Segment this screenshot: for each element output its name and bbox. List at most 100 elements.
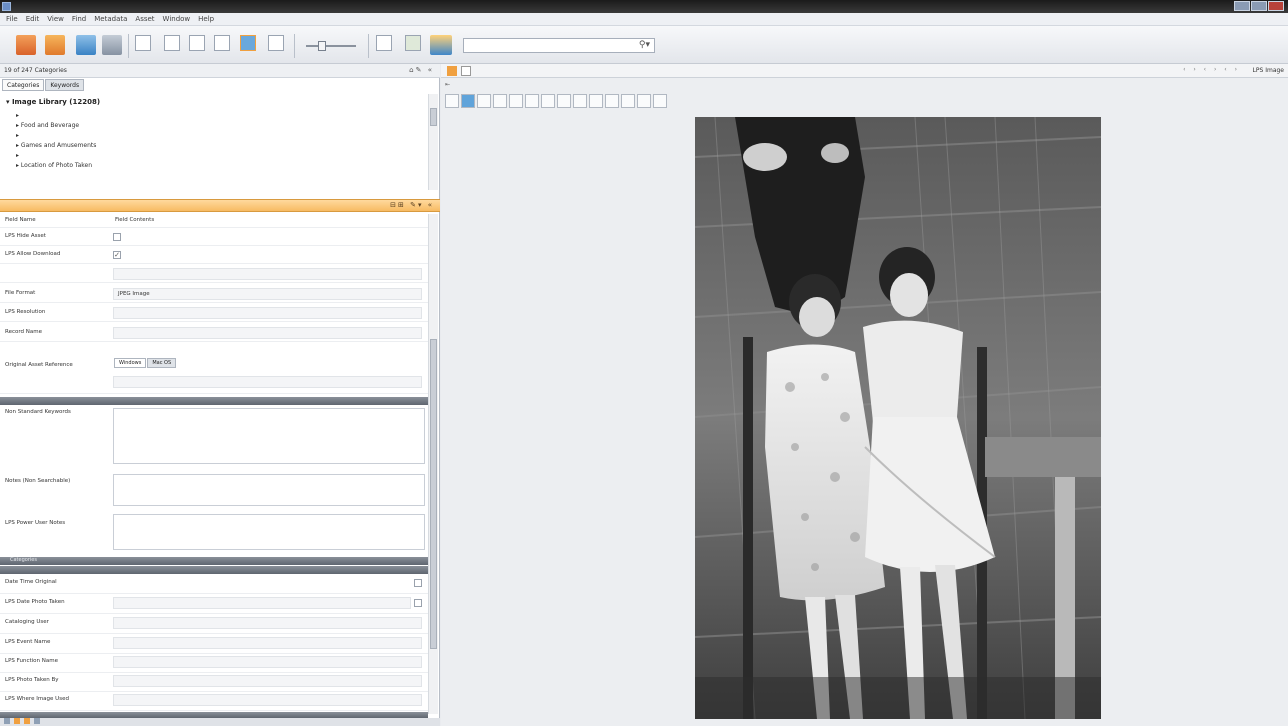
field-value[interactable] — [113, 597, 411, 609]
tree-item[interactable]: ▸ Food and Beverage — [16, 122, 79, 129]
photo-image — [695, 117, 1101, 719]
tree-item[interactable]: ▸ — [16, 152, 19, 159]
tree-scrollbar[interactable] — [428, 94, 438, 190]
tree-item[interactable]: ▸ Games and Amusements — [16, 142, 96, 149]
info-scrollbar[interactable] — [428, 214, 438, 714]
field-value[interactable] — [113, 268, 422, 280]
tab-keywords[interactable]: Keywords — [45, 79, 85, 91]
pan-tool-icon[interactable] — [461, 94, 475, 108]
tree-root[interactable]: ▾ Image Library (12208) — [6, 98, 100, 106]
notes-field[interactable] — [113, 474, 425, 506]
viewer-nav-icon[interactable]: ‹ › ‹ › ‹ › — [1183, 66, 1240, 73]
field-value[interactable] — [113, 617, 422, 629]
preview-view-icon[interactable] — [240, 35, 256, 51]
import-icon[interactable] — [45, 35, 65, 55]
list-view-icon[interactable] — [164, 35, 180, 51]
flag-tool-icon[interactable] — [541, 94, 555, 108]
zoom-out-icon[interactable] — [605, 94, 619, 108]
menu-metadata[interactable]: Metadata — [94, 15, 127, 23]
hide-asset-checkbox[interactable] — [113, 233, 121, 241]
thumbnail-size-slider[interactable] — [306, 41, 356, 51]
nav-icon[interactable] — [4, 718, 10, 724]
maximize-button[interactable] — [1251, 1, 1267, 11]
search-box[interactable]: ⚲▾ — [463, 38, 655, 53]
menu-help[interactable]: Help — [198, 15, 214, 23]
tab-mac-os[interactable]: Mac OS — [147, 358, 177, 368]
catalog-icon[interactable] — [16, 35, 36, 55]
field-label: Date Time Original — [5, 579, 57, 585]
field-row: LPS Resolution — [0, 306, 428, 322]
field-value[interactable] — [113, 307, 422, 319]
tree-item[interactable]: ▸ — [16, 132, 19, 139]
menu-window[interactable]: Window — [163, 15, 191, 23]
info-panel-actions-icon[interactable]: ⊟⊞ ✎▾ « — [390, 201, 434, 209]
nav-icon[interactable] — [14, 718, 20, 724]
field-label: Non Standard Keywords — [5, 409, 71, 415]
menu-edit[interactable]: Edit — [26, 15, 40, 23]
annotate-tool-icon[interactable] — [477, 94, 491, 108]
field-row: LPS Event Name — [0, 636, 428, 654]
field-value[interactable] — [113, 656, 422, 668]
rect-tool-icon[interactable] — [493, 94, 507, 108]
panel-actions-icon[interactable]: ⌂✎ « — [409, 66, 434, 74]
original-ref-value[interactable] — [113, 376, 422, 388]
section-header[interactable]: Categories — [0, 557, 428, 565]
search-icon[interactable]: ⚲▾ — [639, 40, 650, 50]
field-value[interactable]: JPEG Image — [113, 288, 422, 300]
text-icon[interactable] — [376, 35, 392, 51]
rotate-tool-icon[interactable] — [525, 94, 539, 108]
power-notes-field[interactable] — [113, 514, 425, 550]
section-header[interactable] — [0, 397, 428, 405]
close-button[interactable] — [1268, 1, 1284, 11]
tree-item[interactable]: ▸ Location of Photo Taken — [16, 162, 92, 169]
filter-icon[interactable] — [447, 66, 457, 76]
field-label: LPS Photo Taken By — [5, 677, 59, 683]
menu-file[interactable]: File — [6, 15, 18, 23]
tab-windows[interactable]: Windows — [114, 358, 147, 368]
zoom-fit-icon[interactable] — [621, 94, 635, 108]
select-tool-icon[interactable] — [445, 94, 459, 108]
field-value[interactable] — [113, 327, 422, 339]
section-header[interactable] — [0, 566, 428, 574]
field-label: Cataloging User — [5, 619, 49, 625]
nonstd-keywords-field[interactable] — [113, 408, 425, 464]
scroll-thumb[interactable] — [430, 108, 437, 126]
file-icon[interactable] — [461, 66, 471, 76]
tab-categories[interactable]: Categories — [2, 79, 45, 91]
tree-item[interactable]: ▸ — [16, 112, 19, 119]
detail-view-icon[interactable] — [189, 35, 205, 51]
gallery-icon[interactable] — [430, 35, 452, 55]
nav-icon[interactable] — [34, 718, 40, 724]
stamp-tool-icon[interactable] — [557, 94, 571, 108]
field-value[interactable] — [113, 637, 422, 649]
scroll-thumb[interactable] — [430, 339, 437, 649]
table-icon[interactable] — [405, 35, 421, 51]
allow-download-checkbox[interactable]: ✓ — [113, 251, 121, 259]
bookmark-tool-icon[interactable] — [573, 94, 587, 108]
trash-icon[interactable] — [102, 35, 122, 55]
sync-icon[interactable] — [76, 35, 96, 55]
preview-photo[interactable] — [695, 117, 1101, 719]
nonstd-keywords-row: Non Standard Keywords — [0, 406, 428, 468]
breadcrumb-icon[interactable]: ⇤ — [445, 81, 450, 88]
info-icon[interactable] — [214, 35, 230, 51]
nav-icon[interactable] — [24, 718, 30, 724]
field-row: File Format JPEG Image — [0, 287, 428, 303]
date-picker-icon[interactable] — [414, 579, 422, 587]
zoom-in-icon[interactable] — [589, 94, 603, 108]
menu-asset[interactable]: Asset — [135, 15, 154, 23]
menu-view[interactable]: View — [47, 15, 64, 23]
close-preview-icon[interactable] — [653, 94, 667, 108]
thumbnail-view-icon[interactable] — [135, 35, 151, 51]
minimize-button[interactable] — [1234, 1, 1250, 11]
search-input[interactable] — [464, 39, 624, 52]
crop-tool-icon[interactable] — [509, 94, 523, 108]
calendar-icon[interactable] — [414, 599, 422, 607]
window-titlebar — [0, 0, 1288, 13]
field-value[interactable] — [113, 675, 422, 687]
menu-find[interactable]: Find — [72, 15, 86, 23]
filmstrip-icon[interactable] — [268, 35, 284, 51]
zoom-actual-icon[interactable] — [637, 94, 651, 108]
field-value[interactable] — [113, 694, 422, 706]
slider-thumb[interactable] — [318, 41, 326, 51]
